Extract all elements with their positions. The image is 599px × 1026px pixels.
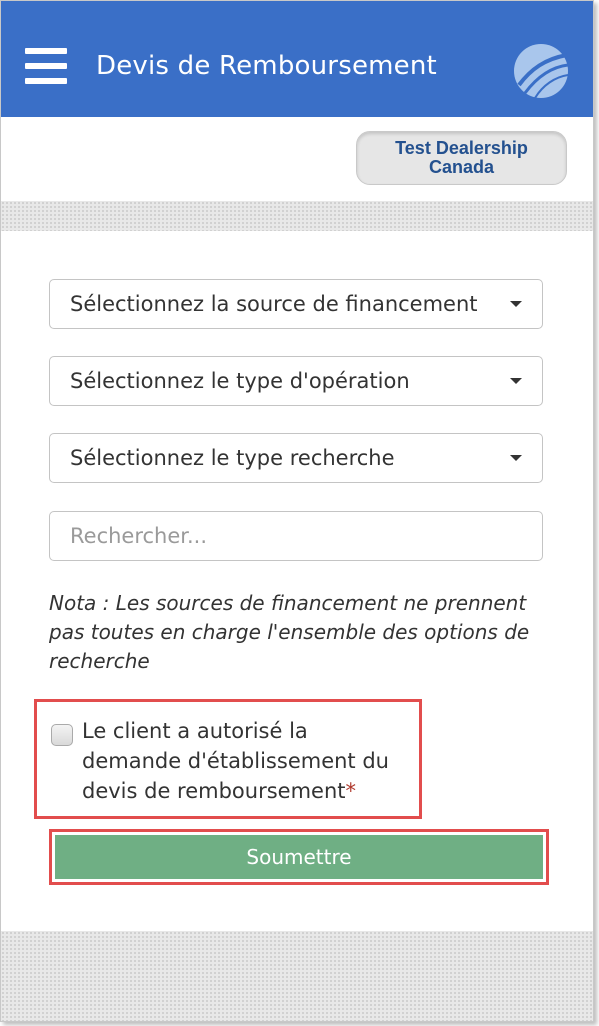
required-mark: * <box>345 779 357 803</box>
top-bar: Devis de Remboursement <box>1 1 593 117</box>
app-frame: Devis de Remboursement Test Dealership C… <box>0 0 594 1022</box>
financing-source-select[interactable]: Sélectionnez la source de financement <box>49 279 543 329</box>
chevron-down-icon <box>510 455 522 461</box>
consent-label: Le client a autorisé la demande d'établi… <box>82 719 389 803</box>
dealer-country: Canada <box>428 157 495 177</box>
submit-button[interactable]: Soumettre <box>55 835 543 879</box>
consent-checkbox[interactable] <box>51 724 73 746</box>
texture-footer <box>1 931 593 1021</box>
consent-highlight: Le client a autorisé la demande d'établi… <box>34 699 422 819</box>
search-type-select[interactable]: Sélectionnez le type recherche <box>49 433 543 483</box>
operation-type-label: Sélectionnez le type d'opération <box>70 369 410 393</box>
hamburger-menu-icon[interactable] <box>25 48 67 84</box>
financing-note: Nota : Les sources de financement ne pre… <box>49 591 530 673</box>
operation-type-select[interactable]: Sélectionnez le type d'opération <box>49 356 543 406</box>
dealer-badge[interactable]: Test Dealership Canada <box>356 131 567 185</box>
form-panel: Sélectionnez la source de financement Sé… <box>1 231 593 931</box>
chevron-down-icon <box>510 378 522 384</box>
search-type-label: Sélectionnez le type recherche <box>70 446 395 470</box>
dealer-row: Test Dealership Canada <box>1 117 593 201</box>
financing-source-label: Sélectionnez la source de financement <box>70 292 478 316</box>
texture-divider-top <box>1 201 593 231</box>
chevron-down-icon <box>510 301 522 307</box>
submit-highlight: Soumettre <box>49 829 549 885</box>
page-title: Devis de Remboursement <box>96 51 437 81</box>
search-input[interactable] <box>49 511 543 561</box>
dealer-name: Test Dealership <box>395 138 528 158</box>
logo-icon <box>514 44 569 99</box>
consent-text: Le client a autorisé la demande d'établi… <box>82 716 412 806</box>
